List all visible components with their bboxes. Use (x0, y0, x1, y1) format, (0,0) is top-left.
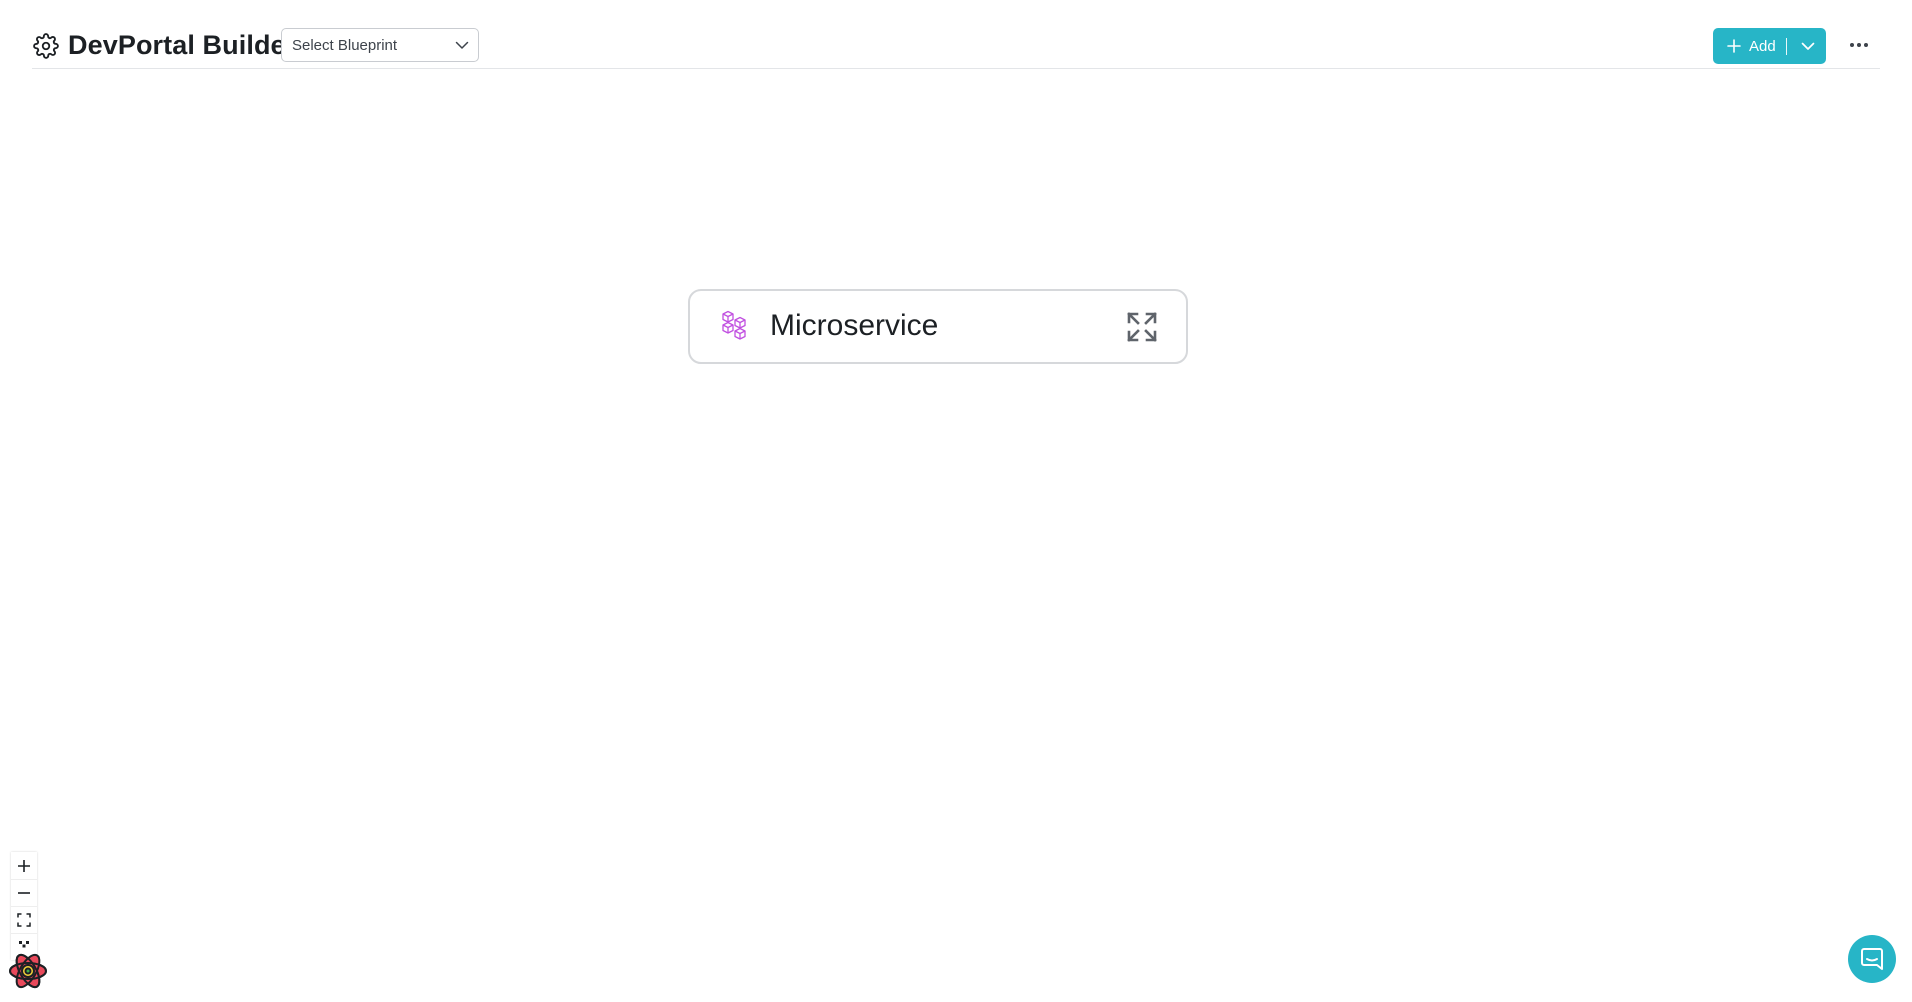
node-label: Microservice (770, 309, 939, 342)
add-button-divider (1786, 38, 1787, 55)
chevron-down-icon (455, 41, 469, 49)
blueprint-node-microservice[interactable]: Microservice (688, 289, 1188, 364)
plus-icon (1727, 39, 1741, 53)
fit-view-icon (17, 913, 31, 927)
chat-icon (1861, 948, 1883, 970)
fit-view-button[interactable] (11, 906, 37, 934)
page-title: DevPortal Builder (68, 30, 297, 60)
add-button-group: Add (1713, 28, 1826, 64)
blueprint-select-value: Select Blueprint (292, 37, 398, 54)
zoom-in-icon (18, 860, 30, 872)
chevron-down-icon (1801, 42, 1815, 50)
zoom-out-icon (18, 892, 30, 894)
add-button-label: Add (1749, 38, 1776, 55)
zoom-in-button[interactable] (11, 852, 37, 880)
top-bar: DevPortal Builder Select Blueprint Add (32, 22, 1880, 69)
expand-icon[interactable] (1126, 311, 1158, 343)
add-button[interactable]: Add (1713, 28, 1789, 64)
gear-icon[interactable] (33, 33, 59, 59)
react-devtools-icon[interactable] (7, 950, 49, 992)
add-dropdown-button[interactable] (1789, 28, 1826, 64)
zoom-out-button[interactable] (11, 879, 37, 907)
canvas-controls (11, 852, 37, 960)
chat-launcher-button[interactable] (1848, 935, 1896, 983)
blueprint-select[interactable]: Select Blueprint (281, 28, 479, 62)
more-options-icon[interactable] (1847, 34, 1871, 56)
cubes-icon (722, 310, 746, 340)
